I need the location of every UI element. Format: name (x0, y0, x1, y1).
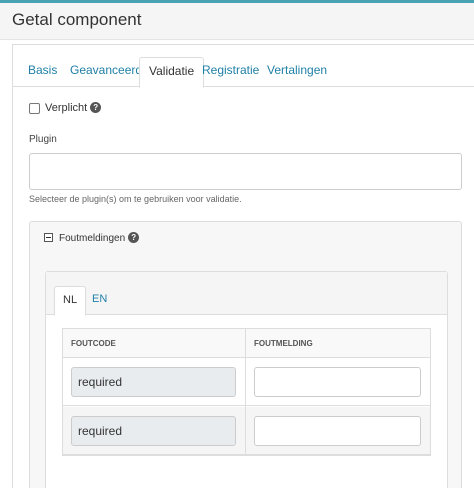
language-card: NL EN FOUTCODE FOUTMELDING required requ… (45, 271, 448, 488)
column-header-foutmelding: FOUTMELDING (246, 329, 430, 358)
error-messages-table: FOUTCODE FOUTMELDING required required (62, 328, 431, 456)
error-messages-panel: Foutmeldingen? NL EN FOUTCODE FOUTMELDIN… (29, 221, 462, 488)
minus-square-icon[interactable] (44, 233, 53, 242)
plugin-help-text: Selecteer de plugin(s) om te gebruiken v… (29, 194, 242, 204)
tab-bar: Basis Geavanceerd Validatie Registratie … (13, 57, 474, 88)
question-circle-icon[interactable]: ? (128, 232, 140, 243)
column-divider (245, 329, 246, 455)
plugin-select[interactable] (29, 153, 462, 190)
tab-geavanceerd[interactable]: Geavanceerd (61, 57, 151, 87)
column-header-foutcode: FOUTCODE (63, 329, 245, 358)
tab-lang-nl[interactable]: NL (54, 286, 87, 316)
error-messages-title: Foutmeldingen (59, 233, 126, 244)
tab-vertalingen[interactable]: Vertalingen (258, 57, 336, 87)
language-tab-bar: NL EN (46, 272, 447, 316)
required-checkbox-label: Verplicht (45, 102, 88, 114)
required-checkbox[interactable] (29, 103, 40, 114)
error-message-input[interactable] (254, 367, 421, 397)
table-row: required (63, 407, 430, 455)
tab-basis[interactable]: Basis (19, 57, 66, 87)
table-row: required (63, 358, 430, 406)
tab-lang-en[interactable]: EN (84, 286, 115, 315)
error-code-field: required (71, 367, 236, 397)
modal-header: Getal component (0, 3, 474, 40)
error-code-field: required (71, 416, 236, 446)
plugin-label: Plugin (29, 134, 57, 145)
error-message-input[interactable] (254, 416, 421, 446)
question-circle-icon[interactable]: ? (90, 102, 102, 113)
modal-title: Getal component (12, 10, 142, 29)
modal-body: Basis Geavanceerd Validatie Registratie … (12, 44, 474, 488)
